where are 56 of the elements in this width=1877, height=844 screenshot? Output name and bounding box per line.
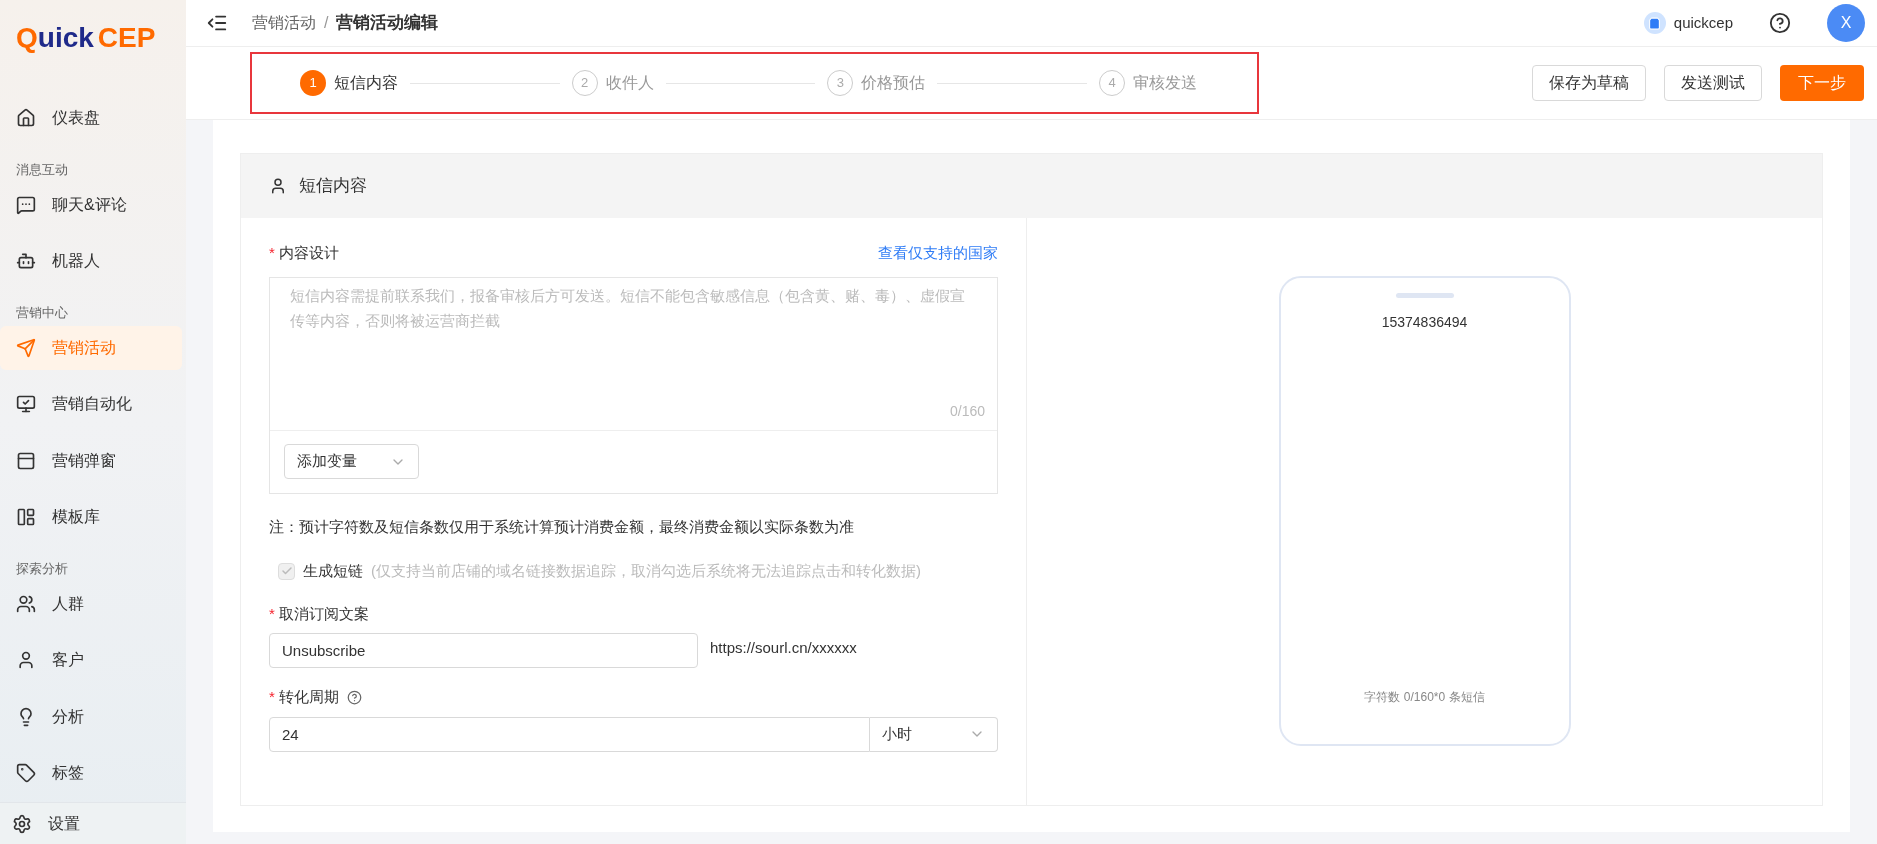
nav-item[interactable]: 营销自动化 (0, 382, 182, 426)
supported-countries-link[interactable]: 查看仅支持的国家 (878, 242, 998, 265)
help-icon[interactable] (346, 689, 362, 705)
robot-face-icon (16, 251, 36, 271)
section-label: 探索分析 (15, 559, 69, 578)
unsubscribe-url: https://sourl.cn/xxxxxx (710, 638, 857, 658)
phone-speaker (1395, 293, 1454, 298)
checkbox-label: 生成短链 (303, 561, 363, 581)
unit-select[interactable]: 小时 (870, 716, 998, 752)
section-label: 消息互动 (15, 160, 69, 179)
content-editor[interactable]: 短信内容需提前联系我们，报备审核后方可发送。短信不能包含敏感信息（包含黄、赌、毒）、虚假宣传等内容，否则将被运营商拦截 0/160 添加变量 (269, 276, 998, 494)
action-button[interactable]: 发送测试 (1664, 65, 1762, 101)
field-label: * 转化周期 (269, 687, 339, 707)
nav-item[interactable]: 营销弹窗 (0, 438, 182, 483)
phone-number: 15374836494 (1381, 313, 1468, 332)
nav-item[interactable]: 分析 (0, 694, 182, 739)
home-icon (16, 108, 36, 128)
breadcrumb-separator: / (324, 13, 329, 33)
user-icon (16, 650, 36, 670)
nav-item[interactable]: 模板库 (0, 495, 182, 539)
tag-icon (16, 763, 36, 783)
required-asterisk: * (269, 604, 275, 622)
breadcrumb-link[interactable]: 营销活动 (252, 11, 316, 35)
character-count-text: 字符数 0/160*0 条短信 (1364, 689, 1485, 706)
nav-item[interactable]: 标签 (0, 751, 182, 795)
settings-item[interactable]: 设置 (0, 802, 186, 844)
page-title: 营销活动编辑 (336, 12, 439, 35)
window-icon (16, 450, 36, 471)
step[interactable]: 1 短信内容 (300, 70, 398, 96)
shop-name[interactable]: quickcep (1673, 11, 1733, 35)
action-button[interactable]: 保存为草稿 (1532, 65, 1646, 101)
chat-icon (16, 194, 36, 215)
required-asterisk: * (269, 244, 275, 261)
card-title: 短信内容 (299, 175, 367, 198)
layout-icon (16, 507, 36, 527)
field-label: * 内容设计 (269, 243, 339, 263)
required-asterisk: * (269, 688, 275, 705)
paper-plane-icon (16, 337, 36, 358)
note-text: 注：预计字符数及短信条数仅用于系统计算预计消费金额，最终消费金额以实际条数为准 (269, 516, 855, 537)
nav-item[interactable]: 人群 (0, 581, 182, 626)
unsubscribe-input[interactable]: Unsubscribe (269, 633, 698, 668)
checkbox-hint: (仅支持当前店铺的域名链接数据追踪，取消勾选后系统将无法追踪点击和转化数据) (371, 561, 921, 581)
help-icon[interactable] (1769, 12, 1791, 34)
nav-item[interactable]: 仪表盘 (0, 96, 182, 140)
nav-item[interactable]: 机器人 (0, 239, 182, 283)
logo: QuickCEP (16, 24, 156, 52)
section-label: 营销中心 (15, 303, 69, 322)
user-icon (269, 177, 287, 195)
users-icon (16, 593, 36, 614)
nav-item[interactable]: 客户 (0, 638, 182, 682)
nav-item[interactable]: 聊天&评论 (0, 182, 182, 227)
add-variable-select[interactable]: 添加变量 (284, 444, 419, 479)
character-counter: 0/160 (949, 401, 985, 421)
settings-icon (12, 813, 32, 834)
conversion-period-input[interactable]: 24 (269, 716, 870, 752)
field-label: * 取消订阅文案 (269, 603, 370, 624)
